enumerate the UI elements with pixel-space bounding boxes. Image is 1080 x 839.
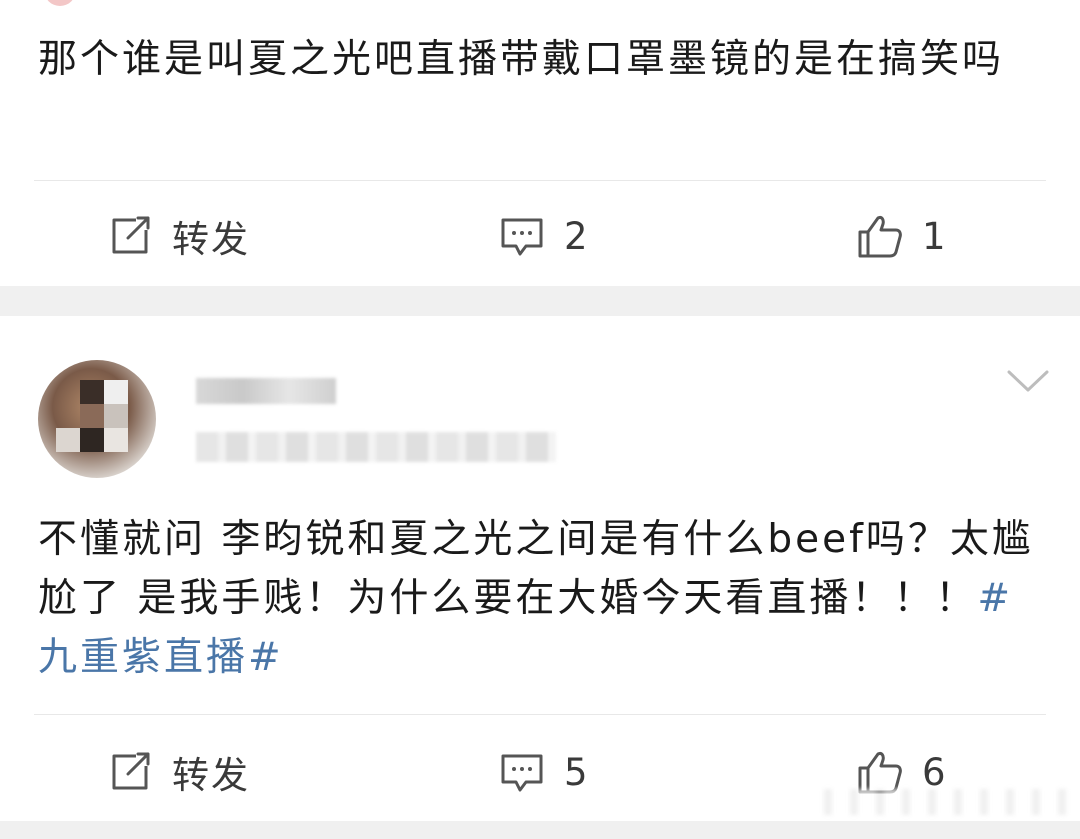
- avatar-pixel: [80, 380, 104, 404]
- watermark-blurred: [806, 789, 1066, 815]
- comment-count: 5: [564, 750, 590, 794]
- comment-count: 2: [564, 214, 590, 258]
- avatar-pixel: [104, 380, 128, 404]
- avatar-pixel: [80, 428, 104, 452]
- post-body: 那个谁是叫夏之光吧直播带戴口罩墨镜的是在搞笑吗: [38, 37, 1005, 82]
- thumbs-up-icon: [858, 216, 902, 258]
- comment-icon: [501, 754, 543, 792]
- like-button[interactable]: 1: [856, 206, 948, 266]
- post-card: 那个谁是叫夏之光吧直播带戴口罩墨镜的是在搞笑吗 转发 2 1: [0, 0, 1080, 286]
- repost-icon: [112, 752, 150, 790]
- comment-icon: [501, 218, 543, 256]
- comment-button[interactable]: 2: [498, 206, 590, 266]
- like-count: 1: [922, 214, 948, 258]
- repost-icon: [112, 216, 150, 254]
- repost-label: 转发: [172, 754, 250, 797]
- post-text: 不懂就问 李昀锐和夏之光之间是有什么beef吗？太尴尬了 是我手贱！为什么要在大…: [38, 510, 1040, 687]
- avatar[interactable]: [44, 0, 76, 6]
- like-count: 6: [922, 750, 948, 794]
- avatar-pixel: [80, 404, 104, 428]
- avatar[interactable]: [38, 360, 156, 478]
- avatar-pixel: [104, 404, 128, 428]
- chevron-down-icon[interactable]: [1006, 368, 1050, 396]
- repost-label: 转发: [172, 218, 250, 261]
- action-bar: 转发 2 1: [0, 206, 1080, 266]
- feed-gap: [0, 821, 1080, 839]
- repost-button[interactable]: 转发: [106, 742, 250, 802]
- comment-button[interactable]: 5: [498, 742, 590, 802]
- avatar-pixel: [56, 428, 80, 452]
- username-blurred[interactable]: [196, 378, 336, 404]
- divider: [34, 714, 1046, 715]
- repost-button[interactable]: 转发: [106, 206, 250, 266]
- post-body: 不懂就问 李昀锐和夏之光之间是有什么beef吗？太尴尬了 是我手贱！为什么要在大…: [38, 517, 1034, 621]
- post-text: 那个谁是叫夏之光吧直播带戴口罩墨镜的是在搞笑吗: [38, 30, 1040, 90]
- post-card: 不懂就问 李昀锐和夏之光之间是有什么beef吗？太尴尬了 是我手贱！为什么要在大…: [0, 316, 1080, 821]
- divider: [34, 180, 1046, 181]
- avatar-pixel: [104, 428, 128, 452]
- post-meta-blurred: [196, 432, 556, 462]
- feed: 那个谁是叫夏之光吧直播带戴口罩墨镜的是在搞笑吗 转发 2 1 不懂就问 李昀锐和…: [0, 0, 1080, 839]
